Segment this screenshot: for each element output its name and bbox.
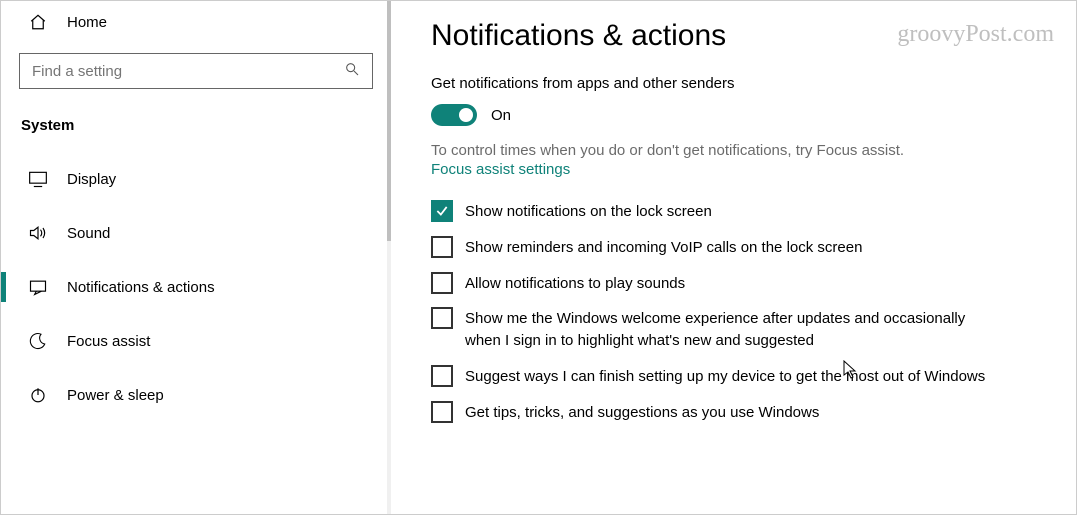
watermark-text: groovyPost.com bbox=[897, 21, 1054, 48]
nav-home[interactable]: Home bbox=[1, 1, 391, 41]
sidebar-section-label: System bbox=[1, 107, 391, 152]
sound-icon bbox=[27, 224, 49, 242]
checkbox-label: Suggest ways I can finish setting up my … bbox=[465, 365, 985, 388]
sidebar-item-sound[interactable]: Sound bbox=[1, 206, 391, 260]
sidebar-item-label: Display bbox=[67, 171, 116, 188]
sidebar: Home System Display bbox=[1, 1, 391, 514]
home-icon bbox=[27, 13, 49, 31]
sidebar-item-label: Sound bbox=[67, 225, 110, 242]
main-panel: groovyPost.com Notifications & actions G… bbox=[391, 1, 1076, 514]
display-icon bbox=[27, 170, 49, 188]
sidebar-item-power-sleep[interactable]: Power & sleep bbox=[1, 368, 391, 422]
notifications-toggle[interactable] bbox=[431, 104, 477, 126]
toggle-state-label: On bbox=[491, 107, 511, 124]
checkbox-row-welcome-experience[interactable]: Show me the Windows welcome experience a… bbox=[431, 307, 1046, 352]
checkbox[interactable] bbox=[431, 200, 453, 222]
checkbox-label: Get tips, tricks, and suggestions as you… bbox=[465, 401, 819, 424]
toggle-group-label: Get notifications from apps and other se… bbox=[431, 75, 1046, 92]
sidebar-item-focus-assist[interactable]: Focus assist bbox=[1, 314, 391, 368]
checkbox-label: Show me the Windows welcome experience a… bbox=[465, 307, 1005, 352]
moon-icon bbox=[27, 332, 49, 350]
sidebar-item-notifications[interactable]: Notifications & actions bbox=[1, 260, 391, 314]
checkbox-label: Show notifications on the lock screen bbox=[465, 200, 712, 223]
checkbox-row-lock-screen[interactable]: Show notifications on the lock screen bbox=[431, 200, 1046, 223]
checkbox-row-play-sounds[interactable]: Allow notifications to play sounds bbox=[431, 272, 1046, 295]
focus-assist-link[interactable]: Focus assist settings bbox=[431, 161, 570, 178]
checkbox-label: Allow notifications to play sounds bbox=[465, 272, 685, 295]
checkbox-label: Show reminders and incoming VoIP calls o… bbox=[465, 236, 862, 259]
sidebar-item-label: Notifications & actions bbox=[67, 279, 215, 296]
sidebar-item-label: Focus assist bbox=[67, 333, 150, 350]
checkbox[interactable] bbox=[431, 365, 453, 387]
checkbox-row-finish-setup[interactable]: Suggest ways I can finish setting up my … bbox=[431, 365, 1046, 388]
checkbox-row-reminders-voip[interactable]: Show reminders and incoming VoIP calls o… bbox=[431, 236, 1046, 259]
checkbox[interactable] bbox=[431, 401, 453, 423]
checkbox[interactable] bbox=[431, 307, 453, 329]
checkbox[interactable] bbox=[431, 236, 453, 258]
sidebar-scrollbar[interactable] bbox=[381, 1, 391, 514]
checkbox[interactable] bbox=[431, 272, 453, 294]
checkbox-row-tips[interactable]: Get tips, tricks, and suggestions as you… bbox=[431, 401, 1046, 424]
nav-home-label: Home bbox=[67, 14, 107, 31]
search-input[interactable] bbox=[32, 63, 327, 80]
search-input-container[interactable] bbox=[19, 53, 373, 89]
power-icon bbox=[27, 386, 49, 404]
focus-assist-help: To control times when you do or don't ge… bbox=[431, 142, 1046, 159]
search-icon bbox=[344, 61, 360, 81]
sidebar-item-label: Power & sleep bbox=[67, 387, 164, 404]
sidebar-item-display[interactable]: Display bbox=[1, 152, 391, 206]
notifications-icon bbox=[27, 278, 49, 296]
